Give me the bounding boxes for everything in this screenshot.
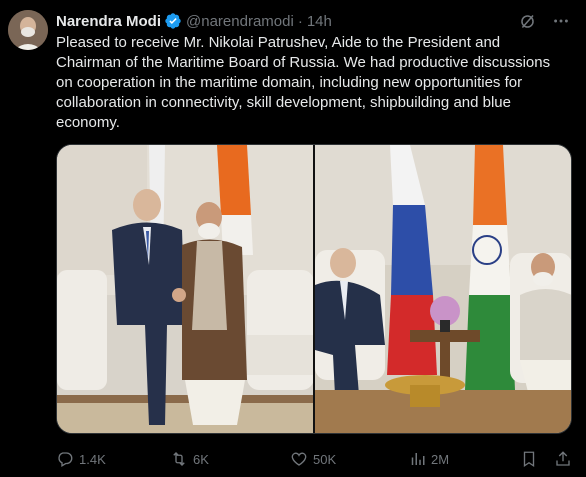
- author-handle[interactable]: @narendramodi: [186, 13, 294, 30]
- verified-badge-icon: [164, 12, 182, 30]
- heart-icon: [291, 452, 307, 466]
- share-icon: [556, 451, 570, 466]
- bookmark-icon: [523, 451, 535, 468]
- grok-icon[interactable]: [518, 12, 536, 30]
- tweet[interactable]: Narendra Modi @narendramodi · 14h Please…: [0, 0, 586, 477]
- views-icon: [411, 453, 425, 465]
- share-button[interactable]: [554, 450, 572, 468]
- repost-button[interactable]: 6K: [170, 450, 209, 468]
- repost-count: 6K: [193, 451, 209, 467]
- tweet-text: Pleased to receive Mr. Nikolai Patrushev…: [56, 34, 551, 131]
- tweet-header: Narendra Modi @narendramodi · 14h: [56, 11, 570, 31]
- like-button[interactable]: 50K: [290, 450, 336, 468]
- bookmark-button[interactable]: [520, 450, 538, 468]
- tweet-actions: 1.4K 6K 50K 2M: [52, 449, 574, 469]
- like-count: 50K: [313, 451, 337, 467]
- avatar[interactable]: [8, 10, 48, 50]
- repost-icon: [173, 452, 185, 466]
- tweet-media[interactable]: [56, 144, 572, 434]
- more-icon[interactable]: [552, 12, 570, 30]
- reply-icon: [58, 452, 73, 467]
- reply-count: 1.4K: [79, 451, 106, 467]
- views-count: 2M: [431, 451, 450, 467]
- reply-button[interactable]: 1.4K: [56, 450, 106, 468]
- separator-dot: ·: [297, 12, 303, 30]
- photo-seated[interactable]: [315, 145, 571, 433]
- views-button[interactable]: 2M: [408, 450, 449, 468]
- photo-handshake[interactable]: [57, 145, 313, 433]
- timestamp[interactable]: 14h: [307, 13, 332, 30]
- author-name[interactable]: Narendra Modi: [56, 13, 161, 30]
